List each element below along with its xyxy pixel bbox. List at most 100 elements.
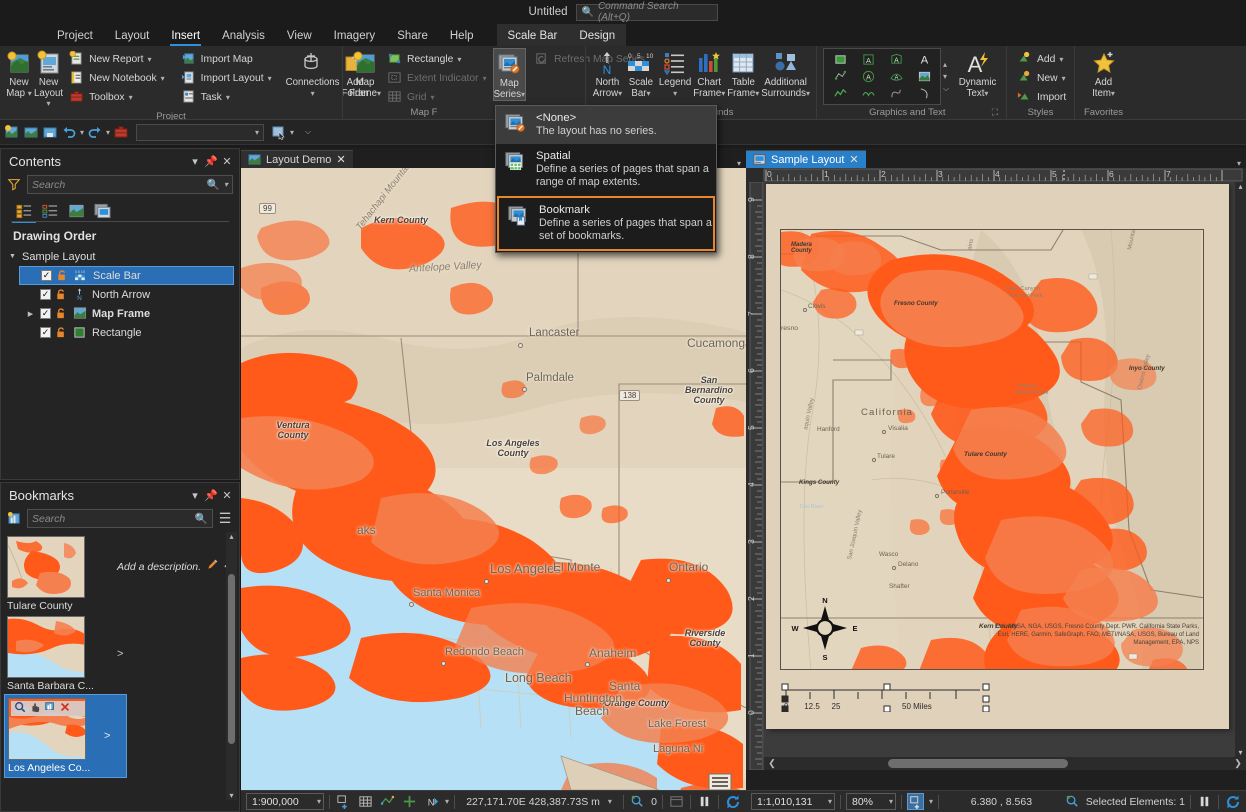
close-icon[interactable]: ✕ — [849, 153, 858, 166]
undo-dropdown-icon[interactable]: ▾ — [80, 128, 84, 137]
gallery-scroll-up-icon[interactable]: ▴ — [943, 60, 949, 69]
zoom-to-bookmark-icon[interactable] — [14, 700, 26, 718]
refresh-icon[interactable] — [724, 793, 741, 810]
dialog-launcher-icon[interactable]: ⛶ — [992, 107, 998, 118]
text-polygon-icon[interactable]: A — [882, 51, 910, 68]
visibility-checkbox[interactable]: ✓ — [40, 308, 51, 319]
freehand-text-icon[interactable] — [882, 85, 910, 102]
toolbox-qat-icon[interactable] — [113, 124, 129, 140]
layout-scale-bar-element[interactable]: 0 12.5 25 50 Miles — [780, 682, 1020, 712]
add-graphics-icon[interactable] — [335, 793, 352, 810]
chevron-down-icon[interactable]: ▾ — [608, 797, 612, 806]
circle-text-icon[interactable]: A — [854, 68, 882, 85]
chevron-down-icon[interactable]: ▾ — [317, 797, 321, 806]
layout-page[interactable]: Madera County Fresno County Inyo County … — [766, 184, 1229, 729]
bookmark-expand-icon[interactable]: > — [117, 648, 123, 660]
scrollbar-thumb[interactable] — [888, 759, 1068, 768]
new-notebook-button[interactable]: New Notebook ▾ — [65, 69, 169, 87]
visibility-checkbox[interactable]: ✓ — [41, 270, 52, 281]
redo-icon[interactable] — [87, 124, 103, 140]
chevron-down-icon[interactable]: ▾ — [224, 180, 228, 189]
toc-root-sample-layout[interactable]: ▼ Sample Layout — [1, 247, 239, 266]
list-by-layout-element-icon[interactable] — [91, 201, 113, 221]
map-series-button[interactable]: MapSeries▾ — [493, 48, 526, 101]
bookmark-item-los-angeles[interactable]: Los Angeles Co... > — [4, 694, 127, 778]
chevron-down-icon[interactable]: ▾ — [187, 153, 203, 169]
pencil-icon[interactable] — [206, 558, 219, 576]
chevron-down-icon[interactable]: ▾ — [255, 128, 259, 137]
chevron-down-icon[interactable]: ▾ — [889, 797, 893, 806]
pin-icon[interactable]: 📌 — [203, 487, 219, 503]
tab-share[interactable]: Share — [386, 28, 439, 46]
chart-frame-button[interactable]: ChartFrame▾ — [693, 48, 725, 99]
map-scale-combo[interactable]: 1:900,000 ▾ — [246, 793, 324, 810]
chevron-down-icon[interactable]: ▾ — [147, 55, 151, 64]
chevron-down-icon[interactable]: ▾ — [129, 93, 133, 102]
table-frame-button[interactable]: TableFrame▾ — [727, 48, 759, 99]
north-arrow-button[interactable]: N NorthArrow▾ — [592, 48, 623, 99]
tab-layout[interactable]: Layout — [104, 28, 161, 46]
menu-item-none[interactable]: <None> The layout has no series. — [496, 106, 716, 144]
expand-arrow-icon[interactable]: ▶ — [25, 310, 36, 318]
measure-icon[interactable] — [379, 793, 396, 810]
bookmark-expand-icon[interactable]: > — [104, 730, 110, 742]
style-add-button[interactable]: Add ▾ — [1013, 50, 1070, 68]
scroll-left-icon[interactable]: ❮ — [764, 758, 780, 769]
layout-canvas[interactable]: Madera County Fresno County Inyo County … — [764, 182, 1246, 770]
grid-tool-icon[interactable] — [357, 793, 374, 810]
dynamic-text-button[interactable]: A DynamicText▾ — [955, 48, 1000, 99]
bookmark-item-tulare[interactable]: Tulare County Add a description. < — [1, 532, 239, 614]
polygon-graphic-icon[interactable] — [826, 68, 854, 85]
graphics-gallery[interactable]: A A A A A — [823, 48, 941, 105]
attribute-table-icon[interactable] — [668, 793, 685, 810]
map-canvas[interactable]: Kern County VenturaCounty Los AngelesCou… — [241, 168, 746, 790]
chevron-down-icon[interactable]: ▾ — [445, 797, 449, 806]
view-tab-overflow-icon[interactable]: ▾ — [737, 159, 741, 168]
tab-imagery[interactable]: Imagery — [323, 28, 387, 46]
chevron-down-icon[interactable]: ▾ — [226, 93, 230, 102]
chevron-down-icon[interactable]: ▾ — [1059, 55, 1063, 64]
text-plain-icon[interactable]: A — [910, 51, 938, 68]
legend-button[interactable]: Legend ▾ — [659, 48, 691, 98]
redo-dropdown-icon[interactable]: ▾ — [106, 128, 110, 137]
filter-icon[interactable] — [7, 177, 23, 193]
customize-qat-icon[interactable]: ⌵ — [305, 127, 311, 137]
style-new-button[interactable]: New ▾ — [1013, 69, 1070, 87]
bookmarks-search-input[interactable]: Search 🔍 — [27, 509, 213, 528]
new-layout-button[interactable]: NewLayout ▾ — [34, 48, 63, 110]
scale-bar-button[interactable]: 0 5 10 ScaleBar▾ — [625, 48, 657, 99]
chevron-down-icon[interactable]: ▾ — [828, 797, 832, 806]
chevron-down-icon[interactable]: ▾ — [673, 89, 677, 98]
toc-item-scale-bar[interactable]: ✓ 0 5 10 Scale Bar — [19, 266, 234, 285]
chevron-down-icon[interactable]: ▾ — [187, 487, 203, 503]
layout-ruler-horizontal[interactable]: 0 1 2 3 4 5 6 7 — [746, 168, 1246, 182]
arc-graphic-icon[interactable] — [910, 85, 938, 102]
contents-search-input[interactable]: Search 🔍 ▾ — [27, 175, 233, 194]
layout-map-frame[interactable]: Madera County Fresno County Inyo County … — [780, 229, 1204, 670]
pin-icon[interactable]: 📌 — [203, 153, 219, 169]
hamburger-menu-icon[interactable]: ☰ — [217, 511, 233, 527]
rectangle-button[interactable]: Rectangle ▾ — [383, 50, 491, 68]
gallery-expand-icon[interactable]: ⌵ — [943, 84, 949, 94]
tab-help[interactable]: Help — [439, 28, 485, 46]
toc-item-map-frame[interactable]: ▶ ✓ Map Frame — [19, 304, 239, 323]
rectangle-graphic-icon[interactable] — [826, 51, 854, 68]
north-tool-icon[interactable]: N — [423, 793, 440, 810]
open-project-icon[interactable] — [23, 124, 39, 140]
ellipse-text-icon[interactable]: A — [882, 68, 910, 85]
picture-icon[interactable] — [910, 68, 938, 85]
curve-text-icon[interactable] — [854, 85, 882, 102]
delete-bookmark-icon[interactable] — [59, 700, 71, 718]
chevron-down-icon[interactable]: ▾ — [1062, 74, 1066, 83]
add-item-button[interactable]: AddItem▾ — [1081, 48, 1126, 99]
bookmark-description-placeholder[interactable]: Add a description. — [117, 561, 201, 573]
layout-zoom-combo[interactable]: 80% ▾ — [846, 793, 896, 810]
new-report-button[interactable]: New Report ▾ — [65, 50, 169, 68]
menu-item-spatial[interactable]: Spatial Define a series of pages that sp… — [496, 144, 716, 195]
undo-icon[interactable] — [61, 124, 77, 140]
view-tab-overflow-icon[interactable]: ▾ — [1237, 159, 1241, 168]
line-graphic-icon[interactable] — [826, 85, 854, 102]
toc-item-rectangle[interactable]: ✓ Rectangle — [19, 323, 239, 342]
layout-horizontal-scrollbar[interactable]: ❮ ❯ — [764, 757, 1246, 770]
tab-scale-bar[interactable]: Scale Bar — [497, 28, 569, 46]
